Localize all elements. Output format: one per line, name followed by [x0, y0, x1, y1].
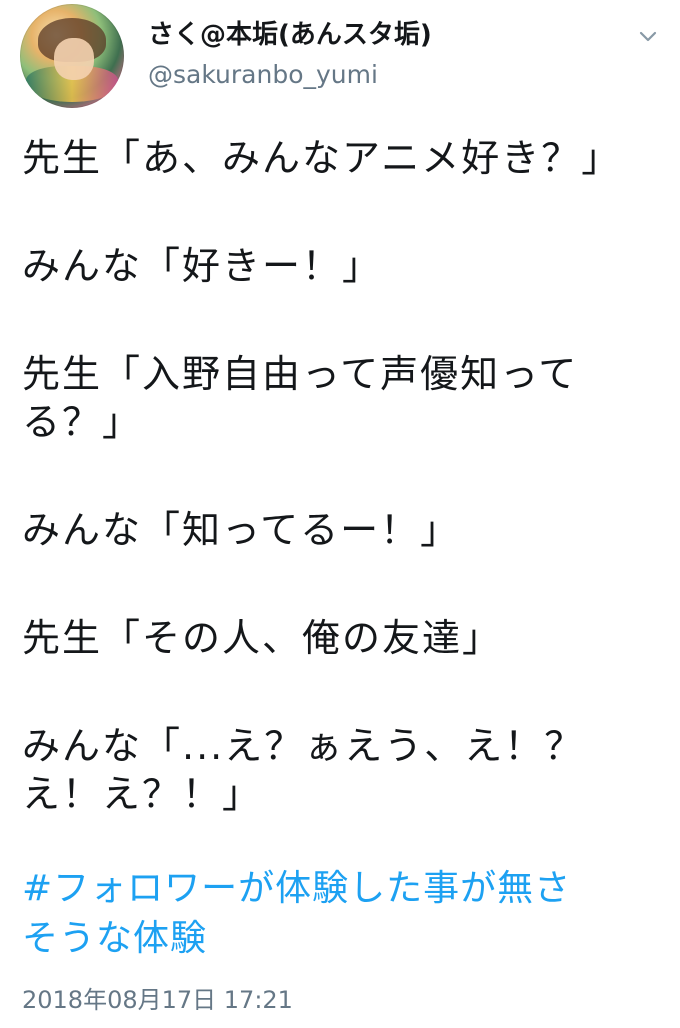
tweet-timestamp[interactable]: 2018年08月17日 17:21 [22, 984, 293, 1016]
chevron-down-icon[interactable] [636, 24, 660, 48]
display-name[interactable]: さく@本垢(あんスタ垢) [148, 18, 432, 52]
tweet-line-spacer [22, 554, 662, 614]
tweet-line: 先生「入野自由って声優知って [22, 352, 579, 396]
tweet-line-spacer [22, 290, 662, 350]
tweet-line: る？」 [22, 400, 143, 444]
tweet-line: 先生「その人、俺の友達」 [22, 616, 503, 660]
tweet-line: え！え？！」 [22, 772, 263, 816]
avatar-art-face [54, 38, 94, 80]
tweet-line-spacer [22, 182, 662, 242]
tweet-text: 先生「あ、みんなアニメ好き？」 みんな「好きー！」 先生「入野自由って声優知って… [22, 134, 662, 818]
hashtag-line: #フォロワーが体験した事が無さ [22, 868, 572, 909]
tweet-line: みんな「知ってるー！」 [22, 508, 461, 552]
tweet-line-spacer [22, 446, 662, 506]
hashtag-line: そうな体験 [22, 918, 208, 959]
tweet-line: 先生「あ、みんなアニメ好き？」 [22, 136, 622, 180]
user-handle[interactable]: @sakuranbo_yumi [148, 58, 378, 92]
hashtag-link[interactable]: #フォロワーが体験した事が無さ そうな体験 [22, 864, 662, 964]
tweet-line: みんな「...え？ぁえう、え！？ [22, 724, 585, 768]
user-avatar[interactable] [20, 4, 124, 108]
tweet-card: さく@本垢(あんスタ垢) @sakuranbo_yumi 先生「あ、みんなアニメ… [0, 0, 680, 1028]
tweet-line-spacer [22, 662, 662, 722]
tweet-line: みんな「好きー！」 [22, 244, 383, 288]
